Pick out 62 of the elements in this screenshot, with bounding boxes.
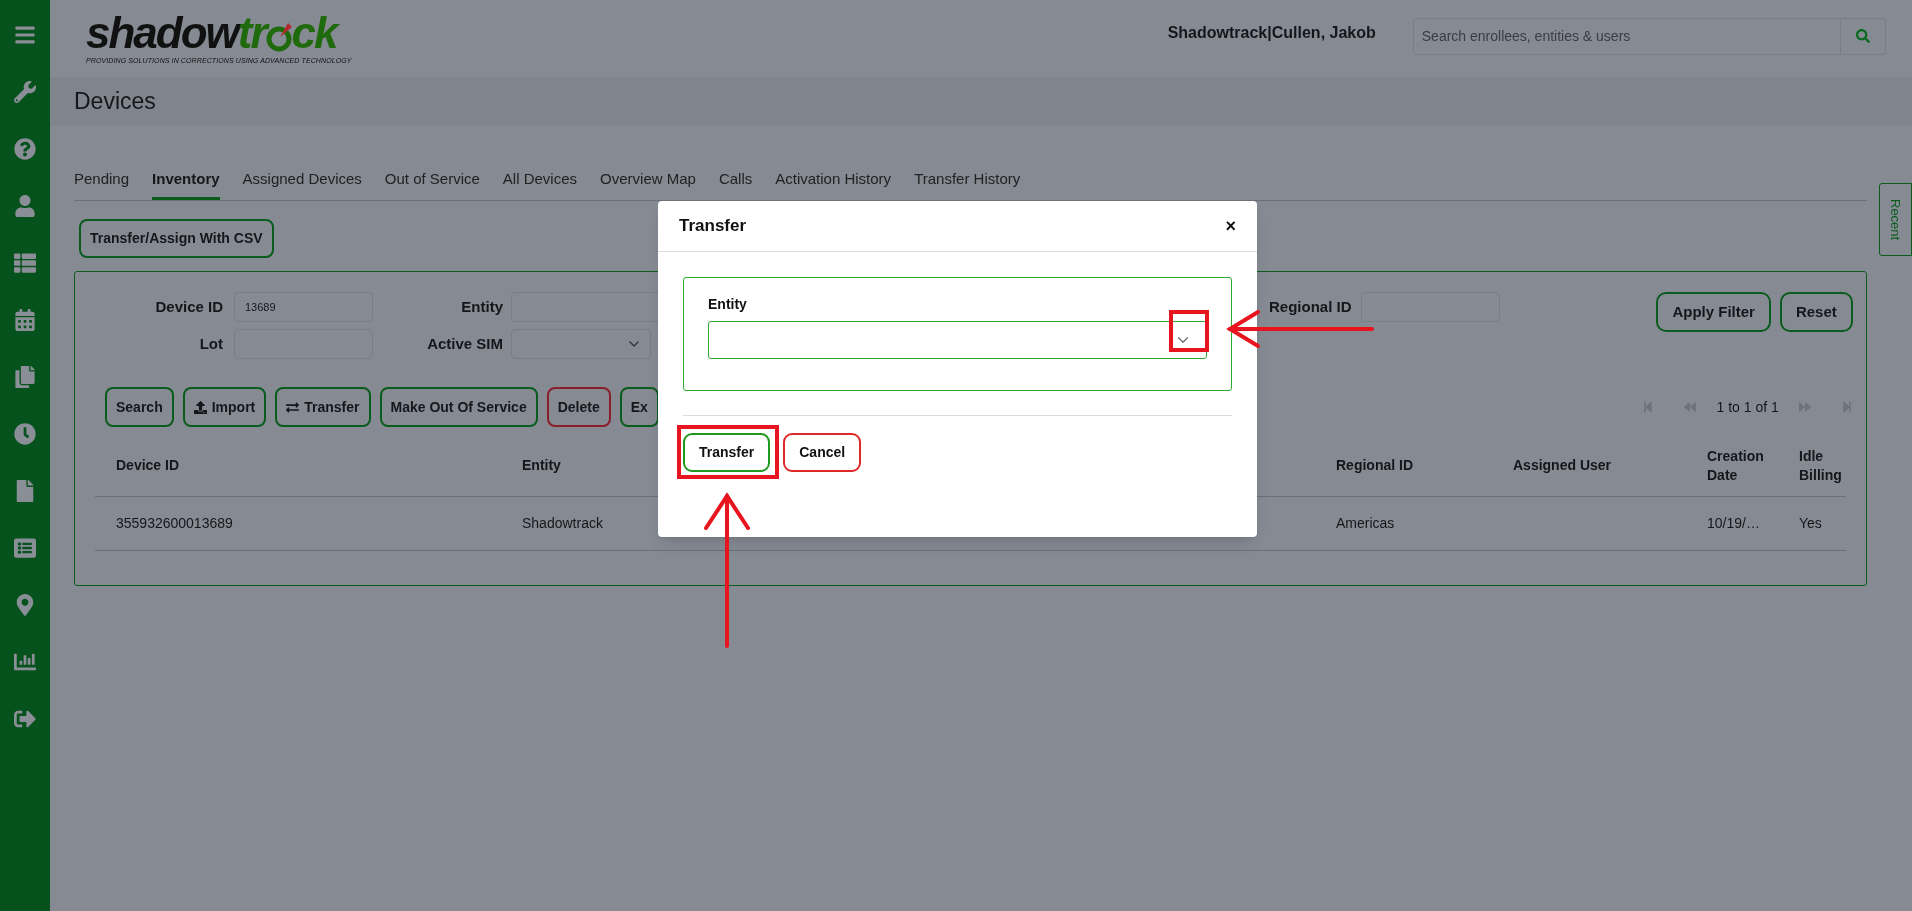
action-button[interactable]: Import <box>182 387 267 427</box>
device-id-field[interactable]: 13689 <box>234 292 373 322</box>
tab[interactable]: Transfer History <box>914 166 1021 200</box>
field-label: Device ID <box>154 296 223 317</box>
close-button[interactable]: × <box>1225 212 1236 240</box>
tab[interactable]: Pending <box>74 166 130 200</box>
column-header: Idle Billing <box>1799 446 1843 485</box>
field-label: Entity <box>460 296 503 317</box>
search-field[interactable]: Search enrollees, entities & users <box>1412 17 1841 55</box>
page-info: 1 to 1 of 1 <box>1716 397 1779 417</box>
person-icon[interactable] <box>14 195 36 217</box>
user-name: Shadowtrack|Cullen, Jakob <box>1167 22 1376 43</box>
highlight-box <box>1169 310 1209 352</box>
column-header: Regional ID <box>1336 456 1414 475</box>
action-button[interactable]: Transfer <box>275 387 371 427</box>
column-header: Device ID <box>116 456 181 475</box>
column-header: Creation Date <box>1707 446 1765 485</box>
table-cell-text: Yes <box>1799 514 1823 533</box>
filter-button[interactable]: Apply Filter <box>1656 292 1771 332</box>
calendar-icon[interactable] <box>14 309 36 331</box>
search-button[interactable] <box>1840 17 1886 55</box>
field-label: Entity <box>708 295 748 314</box>
dialog-title: Transfer <box>679 215 747 238</box>
menu-icon[interactable] <box>14 24 36 46</box>
file-icon[interactable] <box>14 480 36 502</box>
column-header: Entity <box>522 456 562 475</box>
filter-button[interactable]: Reset <box>1779 292 1853 332</box>
logo: shadowtr ck <box>86 10 352 55</box>
list-icon[interactable] <box>14 252 36 274</box>
tab[interactable]: Inventory <box>152 166 220 200</box>
field-label: Regional ID <box>1269 296 1352 317</box>
column-header: Assigned User <box>1513 456 1613 475</box>
field-label: Lot <box>198 333 223 354</box>
map-pin-icon[interactable] <box>14 594 36 616</box>
tab[interactable]: All Devices <box>502 166 578 200</box>
help-icon[interactable] <box>14 138 36 160</box>
table-cell-text: 10/19/… <box>1707 514 1761 533</box>
documents-icon[interactable] <box>14 366 36 388</box>
search-icon <box>1855 29 1870 43</box>
tab[interactable]: Activation History <box>775 166 892 200</box>
action-button[interactable]: Delete <box>546 387 611 427</box>
page-title: Devices <box>74 87 156 117</box>
action-button[interactable]: Search <box>105 387 174 427</box>
table-cell-text: 355932600013689 <box>116 514 234 533</box>
checklist-icon[interactable] <box>14 537 36 559</box>
wrench-icon[interactable] <box>14 81 36 103</box>
table-cell-text: Shadowtrack <box>522 514 604 533</box>
tab[interactable]: Calls <box>718 166 753 200</box>
tab[interactable]: Assigned Devices <box>242 166 362 200</box>
dialog-button[interactable]: Cancel <box>783 433 862 472</box>
dialog-button[interactable]: Transfer <box>683 433 771 472</box>
field-label: Active SIM <box>426 333 503 354</box>
table-cell-text: Americas <box>1336 514 1396 533</box>
tab[interactable]: Out of Service <box>384 166 480 200</box>
action-button[interactable]: Make Out Of Service <box>379 387 538 427</box>
logout-icon[interactable] <box>14 708 36 730</box>
bar-chart-icon[interactable] <box>14 651 36 673</box>
swap-icon <box>286 400 300 414</box>
tab[interactable]: Overview Map <box>600 166 696 200</box>
csv-button[interactable]: Transfer/Assign With CSV <box>79 219 274 258</box>
clock-icon[interactable] <box>14 423 36 445</box>
upload-icon <box>193 400 207 414</box>
